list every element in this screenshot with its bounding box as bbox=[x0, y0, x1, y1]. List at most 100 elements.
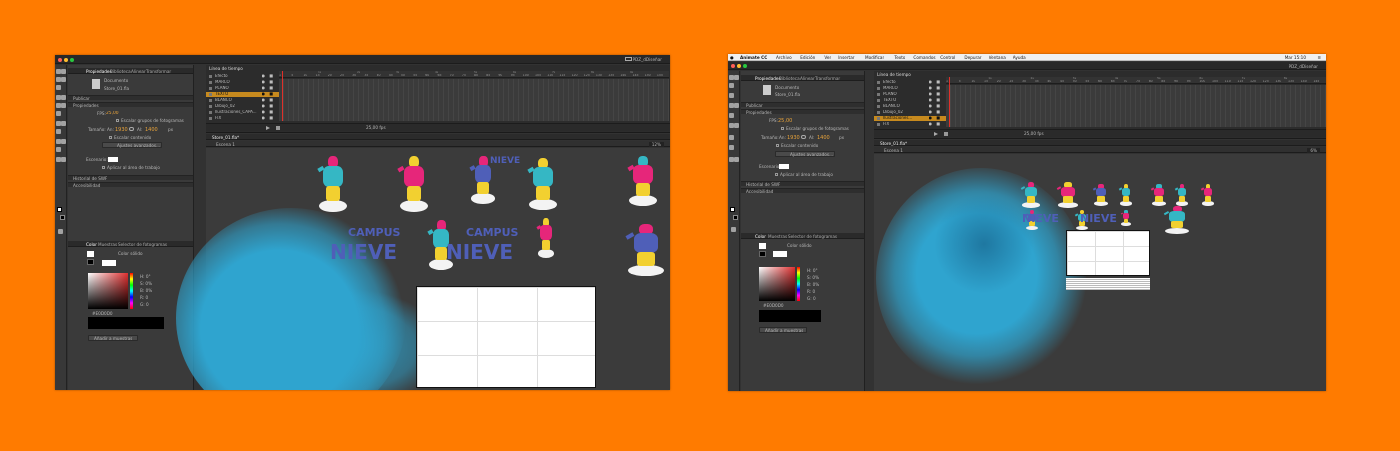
zoom-tool-icon[interactable] bbox=[61, 157, 66, 162]
apple-menu-icon[interactable]: ● bbox=[730, 55, 734, 60]
section-swf-history[interactable]: Historial de SWF bbox=[68, 175, 193, 181]
layer-row[interactable]: PLANO ● ■ bbox=[874, 92, 946, 97]
playhead[interactable] bbox=[282, 71, 283, 121]
fill-swatch[interactable] bbox=[759, 251, 766, 257]
width-input[interactable]: 1930 bbox=[787, 135, 800, 141]
zoom-tool-icon[interactable] bbox=[734, 157, 739, 162]
play-icon[interactable] bbox=[266, 126, 270, 130]
layer-row[interactable]: FIX ● ■ bbox=[874, 122, 946, 127]
layer-row[interactable]: TEXTO ● ■ bbox=[206, 92, 279, 97]
visibility-eye-icon[interactable]: ● bbox=[262, 86, 266, 91]
tab-align[interactable]: Alinear bbox=[131, 69, 146, 74]
layer-row[interactable]: FIX ● ■ bbox=[206, 116, 279, 121]
app-menu-name[interactable]: Animate CC bbox=[740, 55, 767, 60]
tab-frame-picker[interactable]: Selector de fotogramas bbox=[118, 242, 167, 247]
scale-frames-checkbox[interactable] bbox=[116, 119, 119, 122]
menu-item[interactable]: Ventana bbox=[989, 55, 1006, 60]
lock-icon[interactable]: ■ bbox=[936, 110, 940, 115]
menu-item[interactable]: Comandos bbox=[913, 55, 935, 60]
section-publish[interactable]: Publicar bbox=[68, 95, 193, 101]
tab-frame-picker[interactable]: Selector de fotogramas bbox=[788, 234, 837, 239]
tab-properties[interactable]: Propiedades bbox=[86, 69, 112, 74]
scale-content-checkbox[interactable] bbox=[109, 136, 112, 139]
add-to-swatches-button[interactable]: Añadir a muestras bbox=[88, 335, 138, 341]
lock-icon[interactable]: ■ bbox=[269, 110, 273, 115]
white-frame-artboard[interactable] bbox=[416, 286, 596, 388]
lock-icon[interactable]: ■ bbox=[269, 116, 273, 121]
menu-item[interactable]: Depurar bbox=[964, 55, 981, 60]
lock-icon[interactable]: ■ bbox=[936, 80, 940, 85]
stage-color-swatch[interactable] bbox=[108, 157, 118, 162]
free-transform-tool-icon[interactable] bbox=[729, 83, 734, 88]
menu-item[interactable]: Texto bbox=[894, 55, 905, 60]
close-window-button[interactable] bbox=[58, 57, 62, 62]
color-picker-field[interactable] bbox=[88, 273, 128, 309]
layer-row[interactable]: Ilustraciones_CAPA... ● ■ bbox=[206, 110, 279, 115]
layer-row[interactable]: Dibujo_02 ● ■ bbox=[874, 110, 946, 115]
layer-row[interactable]: Ilustraciones... ● ■ bbox=[874, 116, 946, 121]
minimize-window-button[interactable] bbox=[737, 64, 741, 68]
section-swf-history[interactable]: Historial de SWF bbox=[741, 181, 864, 187]
brush-tool-icon[interactable] bbox=[734, 123, 739, 128]
hue-slider[interactable] bbox=[130, 273, 133, 309]
visibility-eye-icon[interactable]: ● bbox=[929, 122, 933, 127]
frames-grid[interactable] bbox=[946, 85, 1326, 127]
stage-color-swatch[interactable] bbox=[779, 164, 789, 169]
menu-item[interactable]: Ver bbox=[824, 55, 831, 60]
height-input[interactable]: 1400 bbox=[145, 127, 158, 133]
fill-swatch[interactable] bbox=[87, 259, 94, 265]
lock-icon[interactable]: ■ bbox=[936, 122, 940, 127]
lasso-tool-icon[interactable] bbox=[56, 85, 61, 90]
tab-library[interactable]: Biblioteca bbox=[779, 76, 800, 81]
gradient-tool-icon[interactable] bbox=[61, 77, 66, 82]
stroke-color-swatch[interactable] bbox=[57, 207, 62, 212]
maximize-window-button[interactable] bbox=[70, 57, 74, 62]
close-window-button[interactable] bbox=[731, 64, 735, 68]
play-icon[interactable] bbox=[934, 132, 938, 136]
lock-icon[interactable]: ■ bbox=[936, 116, 940, 121]
paint-bucket-tool-icon[interactable] bbox=[729, 135, 734, 140]
timeline-ruler[interactable]: 1s 2s 3s 4s 5s 6s 7s 8s 1 5 10 15 20 25 30 35 40 45 50 55 6… bbox=[946, 77, 1326, 84]
apply-workspace-checkbox[interactable] bbox=[775, 173, 778, 176]
section-accessibility[interactable]: Accesibilidad bbox=[741, 188, 864, 194]
bone-tool-icon[interactable] bbox=[56, 129, 61, 134]
step-forward-icon[interactable] bbox=[944, 132, 948, 136]
document-tab[interactable]: Store_01.fla* bbox=[880, 141, 907, 146]
brush-tool-icon[interactable] bbox=[61, 121, 66, 126]
layer-row[interactable]: Efecto ● ■ bbox=[874, 80, 946, 85]
text-tool-icon[interactable] bbox=[61, 95, 66, 100]
add-to-swatches-button[interactable]: Añadir a muestras bbox=[759, 327, 807, 333]
advanced-settings-button[interactable]: Ajustes avanzados... bbox=[775, 151, 835, 157]
layer-row[interactable]: MARCO ● ■ bbox=[206, 80, 279, 85]
lock-icon[interactable]: ■ bbox=[269, 92, 273, 97]
tab-swatches[interactable]: Muestras bbox=[98, 242, 117, 247]
hue-slider[interactable] bbox=[797, 267, 800, 301]
stage-canvas[interactable]: CAMPUS NIEVE CAMPUS NIEVE NIEVE bbox=[176, 148, 670, 390]
zoom-select[interactable]: 12% bbox=[648, 141, 664, 147]
section-publish[interactable]: Publicar bbox=[741, 102, 864, 108]
rectangle-tool-icon[interactable] bbox=[61, 103, 66, 108]
tab-transform[interactable]: Transformar bbox=[815, 76, 840, 81]
visibility-eye-icon[interactable]: ● bbox=[262, 110, 266, 115]
fill-color-swatch[interactable] bbox=[733, 215, 738, 220]
layer-row[interactable]: MARCO ● ■ bbox=[874, 86, 946, 91]
maximize-window-button[interactable] bbox=[743, 64, 747, 68]
stroke-swatch[interactable] bbox=[87, 251, 94, 257]
snap-magnet-icon[interactable] bbox=[58, 229, 63, 234]
lock-icon[interactable]: ■ bbox=[936, 98, 940, 103]
layer-row[interactable]: BLANCO ● ■ bbox=[874, 104, 946, 109]
section-accessibility[interactable]: Accesibilidad bbox=[68, 182, 193, 188]
layer-row[interactable]: Efecto ● ■ bbox=[206, 74, 279, 79]
tab-properties[interactable]: Propiedades bbox=[755, 76, 781, 81]
color-picker-field[interactable] bbox=[759, 267, 795, 301]
menu-item[interactable]: Insertar bbox=[838, 55, 854, 60]
tab-align[interactable]: Alinear bbox=[800, 76, 815, 81]
menu-item[interactable]: Modificar bbox=[865, 55, 884, 60]
lock-icon[interactable]: ■ bbox=[269, 104, 273, 109]
rectangle-tool-icon[interactable] bbox=[729, 113, 734, 118]
oval-tool-icon[interactable] bbox=[56, 111, 61, 116]
subselection-tool-icon[interactable] bbox=[61, 69, 66, 74]
menu-item[interactable]: Archivo bbox=[776, 55, 792, 60]
layer-row[interactable]: PLANO ● ■ bbox=[206, 86, 279, 91]
menu-item[interactable]: Edición bbox=[800, 55, 815, 60]
